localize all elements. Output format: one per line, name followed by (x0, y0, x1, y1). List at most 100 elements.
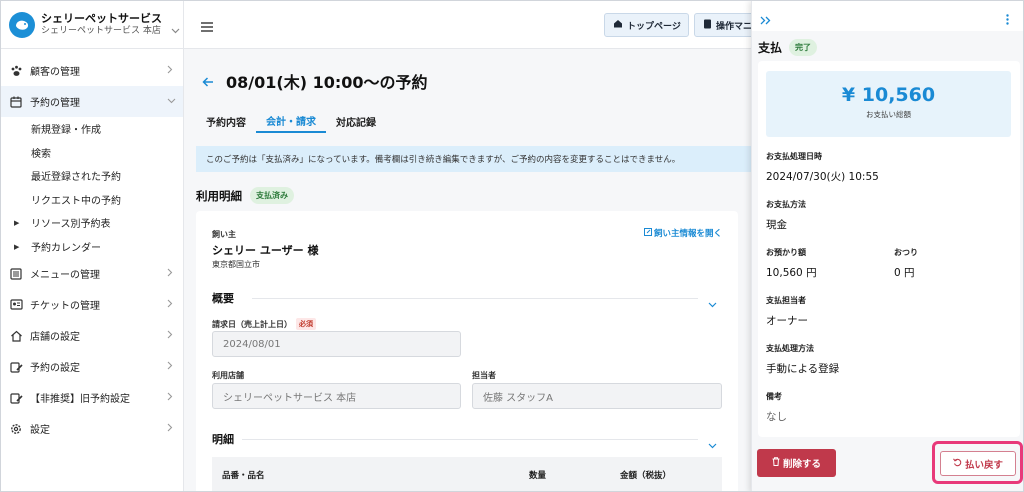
sidebar-item-label: 予約の設定 (30, 363, 80, 374)
owner-info-link[interactable]: 飼い主情報を開く (644, 227, 722, 239)
back-arrow-icon[interactable] (202, 72, 214, 91)
payment-method-label: お支払方法 (766, 200, 806, 209)
sidebar-subitem-calendar[interactable]: ▶ 予約カレンダー (1, 235, 183, 259)
delete-button[interactable]: 削除する (757, 449, 836, 477)
chevron-right-icon (167, 423, 173, 435)
book-icon (703, 19, 712, 32)
store-label: 利用店舗 (212, 371, 244, 380)
sidebar-subitem-recent[interactable]: 最近登録された予約 (1, 164, 183, 188)
sidebar-subitem-label: リソース別予約表 (31, 219, 111, 231)
paid-notice: このご予約は「支払済み」になっています。備考欄は引き続き編集できますが、ご予約の… (196, 146, 751, 172)
sidebar-subitem-search[interactable]: 検索 (1, 141, 183, 165)
detail-title: 明細 (212, 433, 234, 446)
divider (242, 439, 698, 440)
delete-button-label: 削除する (782, 459, 821, 470)
tab-bar: 予約内容 会計・請求 対応記録 (196, 109, 386, 133)
brand-logo-icon (9, 11, 35, 38)
sidebar-item-label: 予約の管理 (30, 98, 80, 109)
sidebar-item-reservation-settings[interactable]: 予約の設定 (1, 351, 183, 382)
chevron-down-icon (171, 19, 180, 38)
store-switcher[interactable]: シェリーペットサービス シェリーペットサービス 本店 (1, 1, 183, 49)
chevron-right-icon (167, 361, 173, 373)
staff-label: 担当者 (472, 371, 496, 380)
hamburger-menu-icon[interactable] (201, 17, 213, 36)
refund-button[interactable]: 払い戻す (940, 451, 1016, 476)
caret-right-icon: ▶ (14, 242, 20, 251)
note-value: なし (766, 411, 787, 423)
sidebar-item-settings[interactable]: 設定 (1, 413, 183, 444)
column-header: 金額（税抜） (620, 471, 672, 481)
open-external-icon (644, 227, 652, 239)
process-method-value: 手動による登録 (766, 363, 840, 375)
process-method-label: 支払処理方法 (766, 344, 814, 353)
bill-date-field: 2024/08/01 (212, 331, 461, 357)
tab-billing[interactable]: 会計・請求 (256, 109, 326, 133)
payment-staff-value: オーナー (766, 315, 808, 327)
sidebar-subitem-resource-table[interactable]: ▶ リソース別予約表 (1, 211, 183, 235)
top-page-button[interactable]: トップページ (604, 13, 689, 37)
owner-name: シェリー ユーザー 様 (212, 244, 319, 257)
sidebar-subitem-label: リクエスト中の予約 (31, 195, 121, 207)
edit-calendar-icon (9, 360, 23, 374)
chevron-right-icon (167, 330, 173, 342)
bill-date-label-text: 請求日（売上計上日） (212, 319, 292, 329)
chevron-right-icon (167, 299, 173, 311)
home-icon (9, 329, 23, 343)
page-title: 08/01(木) 10:00〜の予約 (226, 73, 428, 92)
chevron-right-icon (167, 268, 173, 280)
list-icon (9, 267, 23, 281)
sidebar-subitem-label: 新規登録・作成 (31, 125, 101, 137)
change-value: 0 円 (894, 267, 915, 279)
refund-button-label: 払い戻す (964, 459, 1003, 471)
column-header: 品番・品名 (222, 471, 265, 481)
gear-icon (9, 422, 23, 436)
section-title: 利用明細 (196, 188, 242, 203)
chevron-down-icon[interactable] (708, 434, 717, 453)
sidebar-subitem-requests[interactable]: リクエスト中の予約 (1, 188, 183, 212)
tab-history[interactable]: 対応記録 (326, 109, 386, 133)
main-content: 08/01(木) 10:00〜の予約 予約内容 会計・請求 対応記録 このご予約… (184, 49, 751, 491)
brand-name: シェリーペットサービス (41, 11, 162, 25)
total-amount: ¥ 10,560 (841, 84, 936, 106)
chevron-down-icon[interactable] (708, 293, 717, 312)
collapse-panel-icon[interactable] (760, 10, 771, 29)
sidebar-subitem-new[interactable]: 新規登録・作成 (1, 117, 183, 141)
app-window: シェリーペットサービス シェリーペットサービス 本店 顧客の管理 予約の管理 新… (0, 0, 1024, 492)
change-label: おつり (894, 248, 918, 257)
ticket-icon (9, 298, 23, 312)
sidebar-item-legacy-settings[interactable]: 【非推奨】旧予約設定 (1, 382, 183, 413)
more-vertical-icon[interactable] (1006, 10, 1009, 29)
home-icon (613, 19, 623, 31)
sidebar-item-label: 顧客の管理 (30, 67, 80, 78)
payment-staff-label: 支払担当者 (766, 296, 806, 305)
sidebar-item-reservations[interactable]: 予約の管理 (1, 86, 183, 117)
brand-store: シェリーペットサービス 本店 (41, 25, 161, 36)
payment-method-value: 現金 (766, 219, 787, 231)
sidebar-item-store-settings[interactable]: 店舗の設定 (1, 320, 183, 351)
sidebar-item-label: メニューの管理 (30, 270, 100, 281)
statement-card: 飼い主 飼い主情報を開く シェリー ユーザー 様 東京都国立市 概要 請求日（売… (196, 211, 738, 491)
chevron-right-icon (167, 65, 173, 77)
detail-table-header: 品番・品名 数量 金額（税抜） (212, 457, 722, 491)
payment-datetime-value: 2024/07/30(火) 10:55 (766, 171, 879, 183)
panel-title: 支払 (758, 41, 783, 55)
sidebar-item-customers[interactable]: 顧客の管理 (1, 55, 183, 86)
sidebar-item-tickets[interactable]: チケットの管理 (1, 289, 183, 320)
owner-label: 飼い主 (212, 230, 236, 239)
sidebar-subitem-label: 検索 (31, 148, 51, 160)
payment-panel: 支払 完了 ¥ 10,560 お支払い総額 お支払処理日時 2024/07/30… (751, 1, 1023, 491)
sidebar: シェリーペットサービス シェリーペットサービス 本店 顧客の管理 予約の管理 新… (1, 1, 184, 491)
bill-date-label: 請求日（売上計上日） 必須 (212, 318, 316, 330)
required-badge: 必須 (296, 318, 316, 330)
owner-address: 東京都国立市 (212, 260, 260, 269)
sidebar-item-menu[interactable]: メニューの管理 (1, 258, 183, 289)
payment-status-badge: 完了 (789, 39, 818, 56)
sidebar-item-label: チケットの管理 (30, 301, 100, 312)
tab-reservation-details[interactable]: 予約内容 (196, 109, 256, 133)
undo-icon (953, 457, 962, 470)
sidebar-item-label: 店舗の設定 (30, 332, 80, 343)
caret-right-icon: ▶ (14, 219, 20, 227)
deposit-label: お預かり額 (766, 248, 806, 257)
calendar-icon (9, 95, 23, 109)
divider (252, 298, 698, 299)
